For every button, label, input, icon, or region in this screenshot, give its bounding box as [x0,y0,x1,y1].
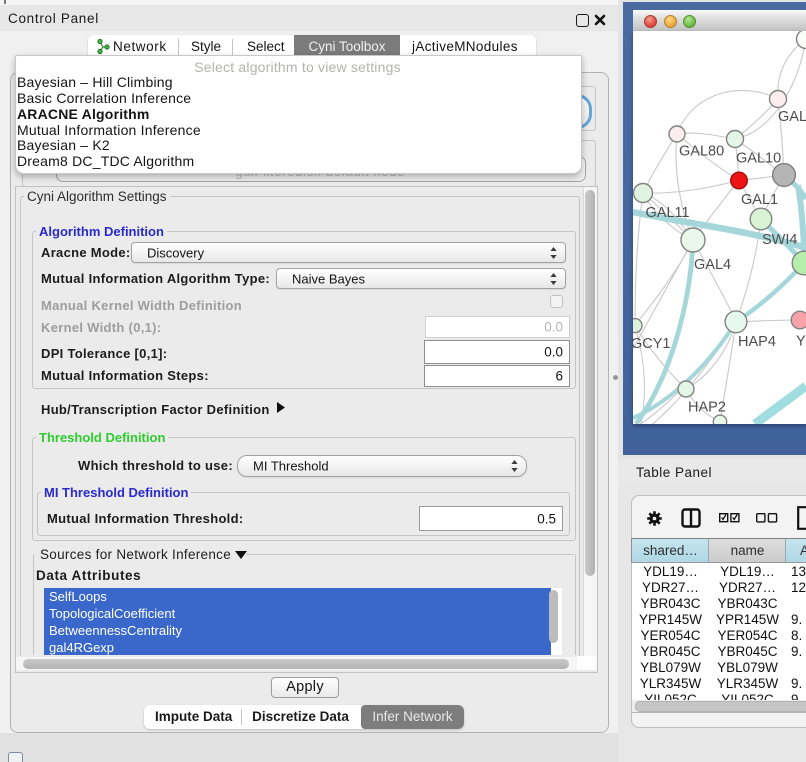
svg-text:HAP4: HAP4 [738,334,776,350]
svg-text:GAL80: GAL80 [679,144,724,160]
svg-text:GAL1: GAL1 [741,192,778,208]
svg-text:SWI4: SWI4 [762,232,797,248]
svg-text:Y: Y [796,334,806,350]
svg-text:GCY1: GCY1 [633,336,671,352]
svg-text:GAL11: GAL11 [646,205,690,221]
svg-text:GAL: GAL [778,109,806,125]
svg-text:HAP2: HAP2 [688,400,726,416]
svg-text:GAL4: GAL4 [694,257,731,273]
svg-text:GAL10: GAL10 [736,151,781,167]
